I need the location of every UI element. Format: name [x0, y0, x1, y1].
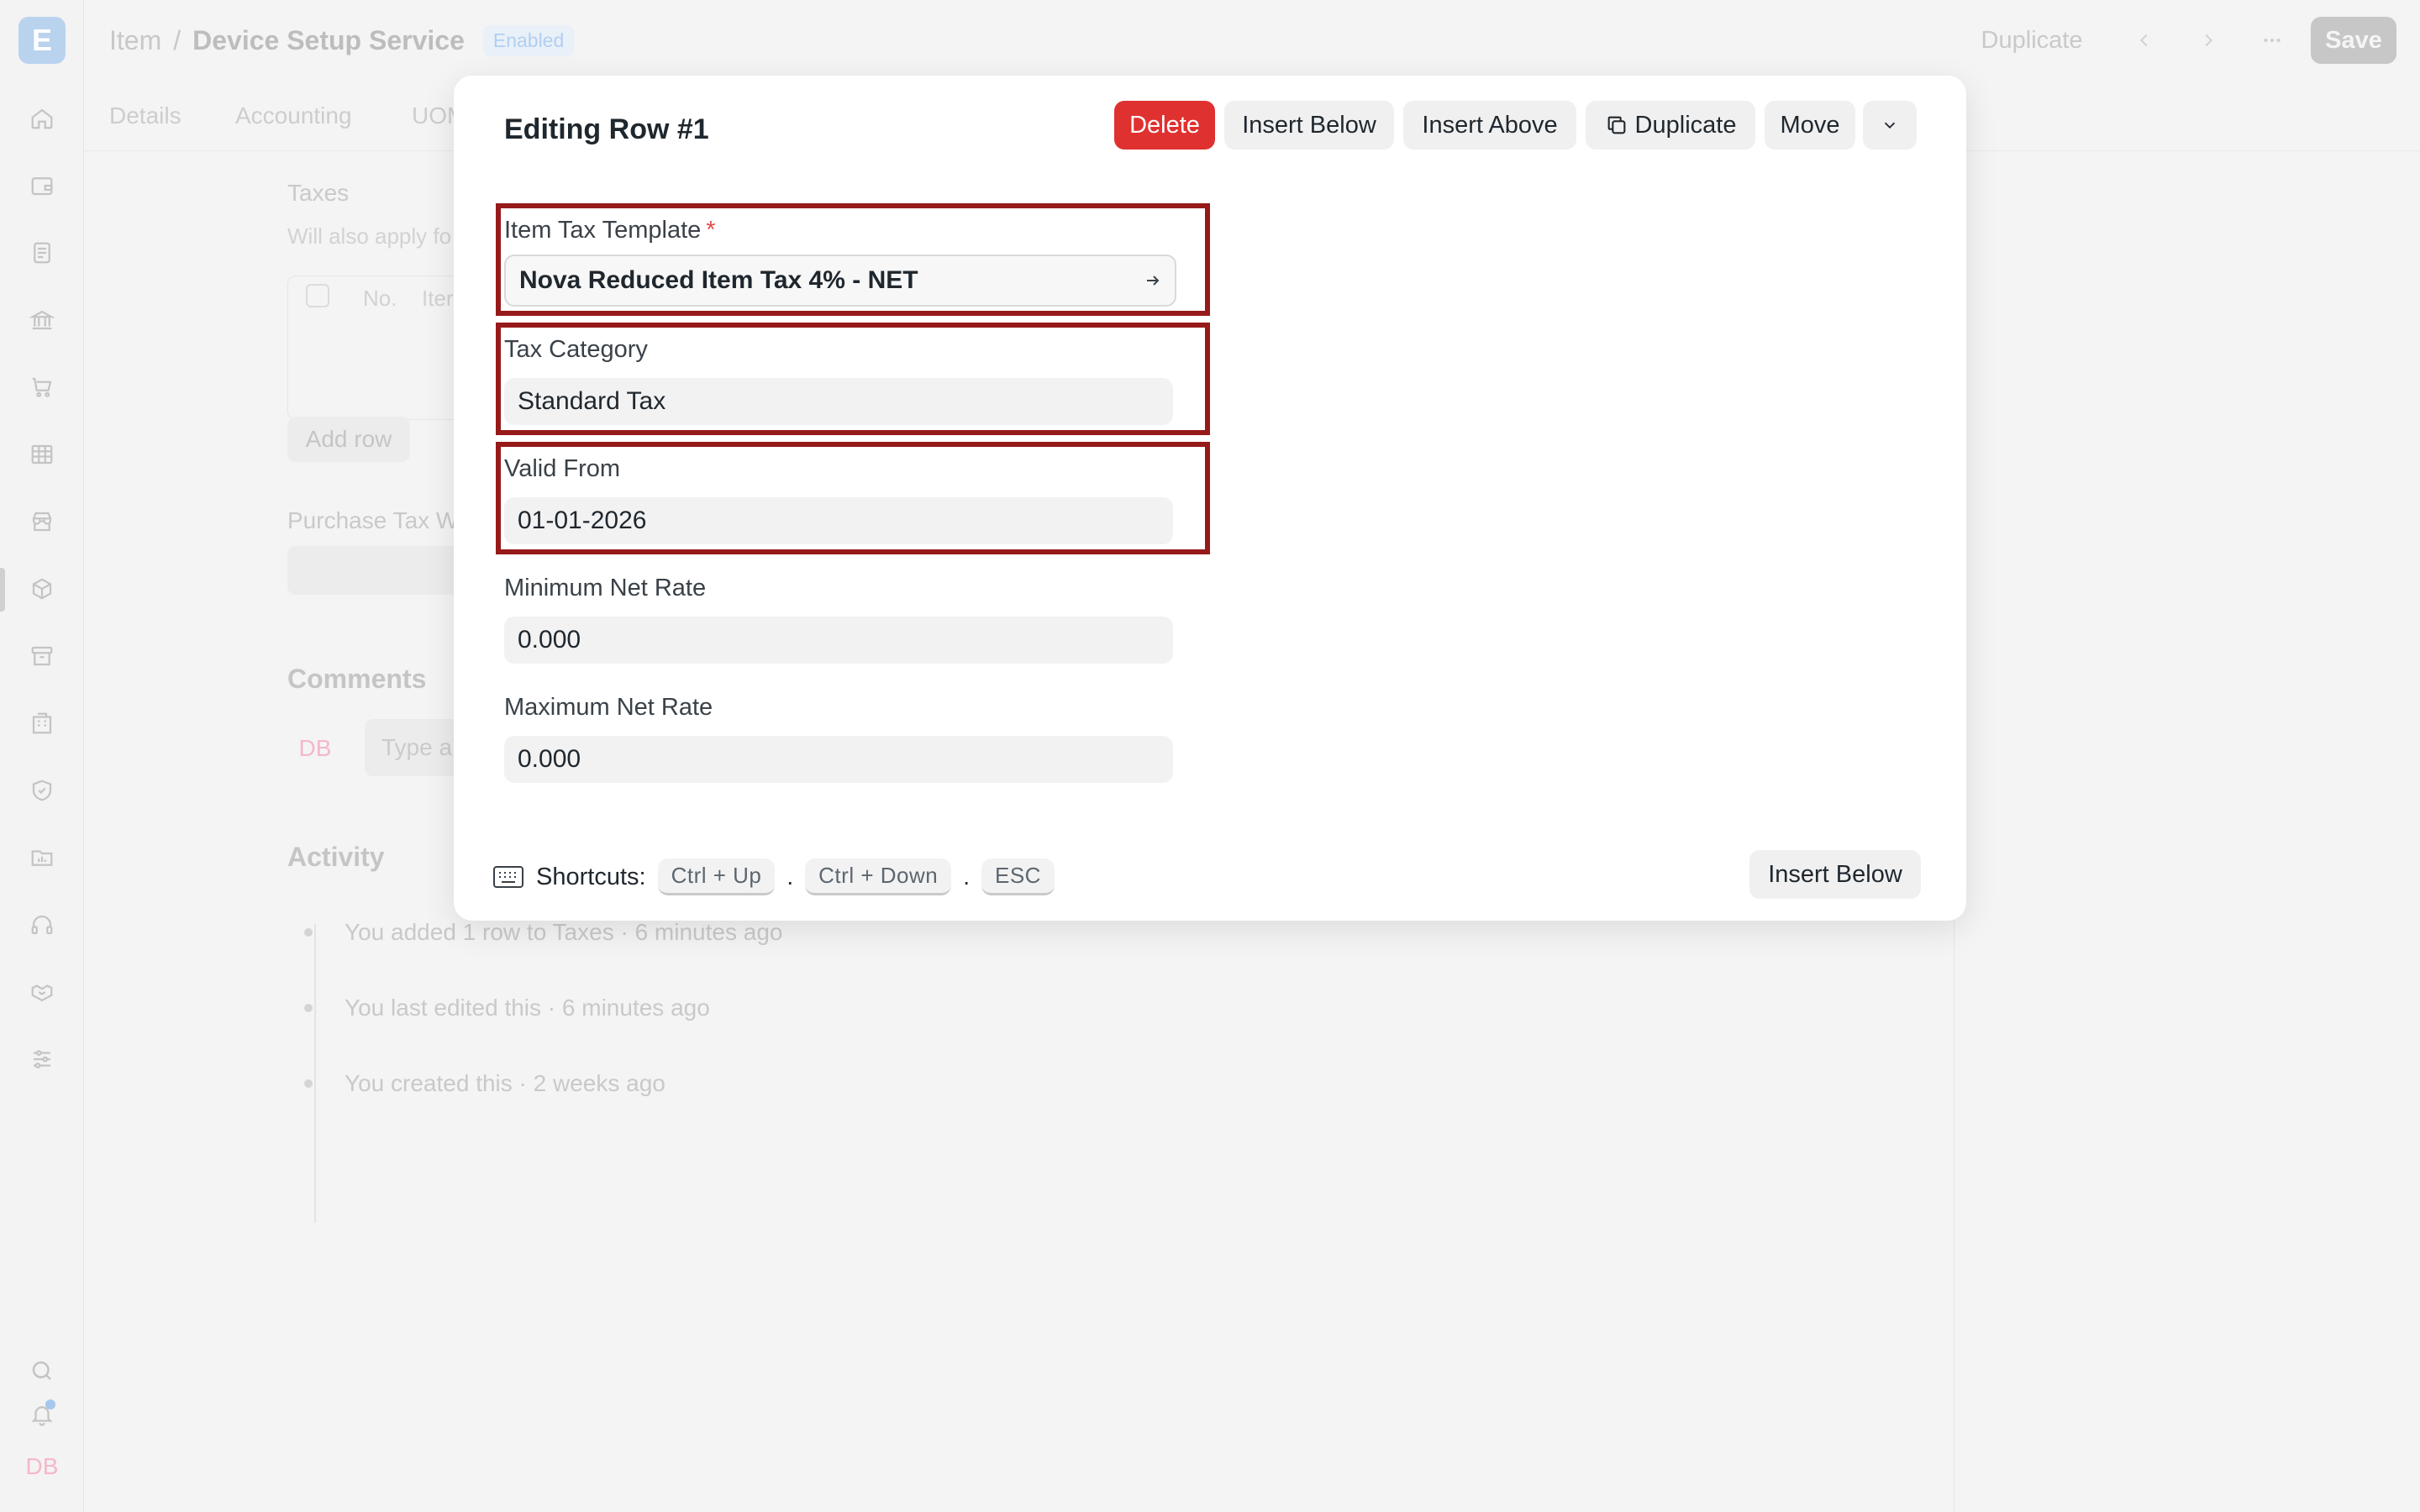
- footer-insert-below-button[interactable]: Insert Below: [1749, 850, 1921, 899]
- item-tax-template-label-text: Item Tax Template: [504, 217, 702, 244]
- table-header-no: No.: [363, 286, 397, 311]
- headset-icon[interactable]: [25, 908, 59, 942]
- minimum-net-rate-label: Minimum Net Rate: [504, 575, 707, 601]
- item-tax-template-field[interactable]: Nova Reduced Item Tax 4% - NET: [504, 255, 1176, 307]
- chevron-down-icon: [1881, 116, 1899, 134]
- app-logo[interactable]: E: [18, 17, 66, 64]
- arrow-right-icon[interactable]: [1143, 270, 1163, 291]
- shortcut-key: ESC: [981, 858, 1055, 895]
- duplicate-row-label: Duplicate: [1634, 111, 1737, 139]
- activity-item: You added 1 row to Taxes · 6 minutes ago: [304, 919, 782, 946]
- shortcuts-label: Shortcuts:: [536, 863, 646, 890]
- taxes-hint: Will also apply fo: [287, 223, 452, 249]
- purchase-tax-label: Purchase Tax W: [287, 507, 459, 533]
- breadcrumb-parent[interactable]: Item: [109, 25, 161, 56]
- tab-details[interactable]: Details: [109, 102, 182, 129]
- previous-record-icon[interactable]: [2121, 17, 2168, 64]
- required-indicator: *: [706, 217, 716, 244]
- file-text-icon[interactable]: [25, 236, 59, 270]
- store-icon[interactable]: [25, 505, 59, 538]
- timeline-dot: [304, 928, 313, 937]
- folder-chart-icon[interactable]: [25, 841, 59, 874]
- maximum-net-rate-label: Maximum Net Rate: [504, 694, 713, 721]
- shield-icon[interactable]: [25, 774, 59, 807]
- item-tax-template-value: Nova Reduced Item Tax 4% - NET: [519, 266, 918, 294]
- add-row-button[interactable]: Add row: [287, 417, 410, 462]
- select-all-checkbox[interactable]: [306, 284, 329, 307]
- activity-text: You created this · 2 weeks ago: [345, 1070, 666, 1096]
- keyboard-icon: [492, 864, 524, 890]
- activity-heading: Activity: [287, 842, 385, 872]
- activity-item: You created this · 2 weeks ago: [304, 1070, 666, 1097]
- duplicate-button[interactable]: Duplicate: [1966, 17, 2097, 64]
- sidebar-active-indicator: [0, 568, 5, 612]
- building-icon[interactable]: [25, 706, 59, 740]
- top-bar: Item / Device Setup Service Enabled Dupl…: [84, 0, 2420, 81]
- timeline-dot: [304, 1004, 313, 1012]
- archive-icon[interactable]: [25, 639, 59, 673]
- shortcut-separator: .: [963, 864, 970, 890]
- status-badge: Enabled: [482, 25, 575, 56]
- breadcrumb: Item / Device Setup Service Enabled: [109, 25, 575, 56]
- table-icon[interactable]: [25, 438, 59, 471]
- shortcut-key: Ctrl + Down: [805, 858, 952, 895]
- bell-icon[interactable]: [25, 1398, 59, 1431]
- tab-accounting[interactable]: Accounting: [235, 102, 352, 129]
- home-icon[interactable]: [25, 102, 59, 135]
- comments-heading: Comments: [287, 664, 427, 694]
- cart-icon[interactable]: [25, 370, 59, 404]
- notification-dot: [45, 1399, 55, 1410]
- sliders-icon[interactable]: [25, 1042, 59, 1076]
- insert-above-button[interactable]: Insert Above: [1403, 101, 1576, 150]
- activity-item: You last edited this · 6 minutes ago: [304, 995, 710, 1021]
- handshake-icon[interactable]: [25, 975, 59, 1009]
- more-options-icon[interactable]: [2249, 17, 2296, 64]
- shortcut-key: Ctrl + Up: [657, 858, 776, 895]
- activity-text: You last edited this · 6 minutes ago: [345, 995, 710, 1021]
- tax-category-field[interactable]: Standard Tax: [504, 378, 1173, 425]
- edit-row-dialog: Editing Row #1 Delete Insert Below Inser…: [454, 76, 1966, 921]
- tax-category-label: Tax Category: [504, 336, 648, 363]
- dialog-title: Editing Row #1: [504, 113, 709, 145]
- taxes-label: Taxes: [287, 180, 350, 206]
- copy-icon: [1605, 113, 1628, 137]
- valid-from-label: Valid From: [504, 455, 621, 482]
- item-tax-template-label: Item Tax Template *: [504, 217, 716, 244]
- save-button[interactable]: Save: [2311, 17, 2396, 64]
- user-avatar[interactable]: DB: [20, 1448, 64, 1485]
- timeline-dot: [304, 1079, 313, 1088]
- next-record-icon[interactable]: [2185, 17, 2232, 64]
- delete-button[interactable]: Delete: [1114, 101, 1215, 150]
- maximum-net-rate-field[interactable]: 0.000: [504, 736, 1173, 783]
- shortcut-separator: .: [786, 864, 794, 890]
- valid-from-field[interactable]: 01-01-2026: [504, 497, 1173, 544]
- table-header-item: Iter: [422, 286, 454, 311]
- breadcrumb-separator: /: [173, 25, 182, 55]
- duplicate-row-button[interactable]: Duplicate: [1586, 101, 1755, 150]
- move-button[interactable]: Move: [1765, 101, 1855, 150]
- comment-avatar: DB: [298, 735, 332, 761]
- minimum-net-rate-field[interactable]: 0.000: [504, 617, 1173, 664]
- insert-below-button[interactable]: Insert Below: [1224, 101, 1394, 150]
- sidebar: E DB: [0, 0, 84, 1512]
- bank-icon[interactable]: [25, 303, 59, 337]
- page-title: Device Setup Service: [192, 25, 465, 55]
- more-actions-dropdown[interactable]: [1863, 101, 1917, 150]
- search-icon[interactable]: [25, 1354, 59, 1388]
- wallet-icon[interactable]: [25, 169, 59, 202]
- activity-text: You added 1 row to Taxes · 6 minutes ago: [345, 919, 783, 945]
- package-icon[interactable]: [25, 572, 59, 606]
- shortcuts-bar: Shortcuts: Ctrl + Up . Ctrl + Down . ESC: [492, 857, 1055, 897]
